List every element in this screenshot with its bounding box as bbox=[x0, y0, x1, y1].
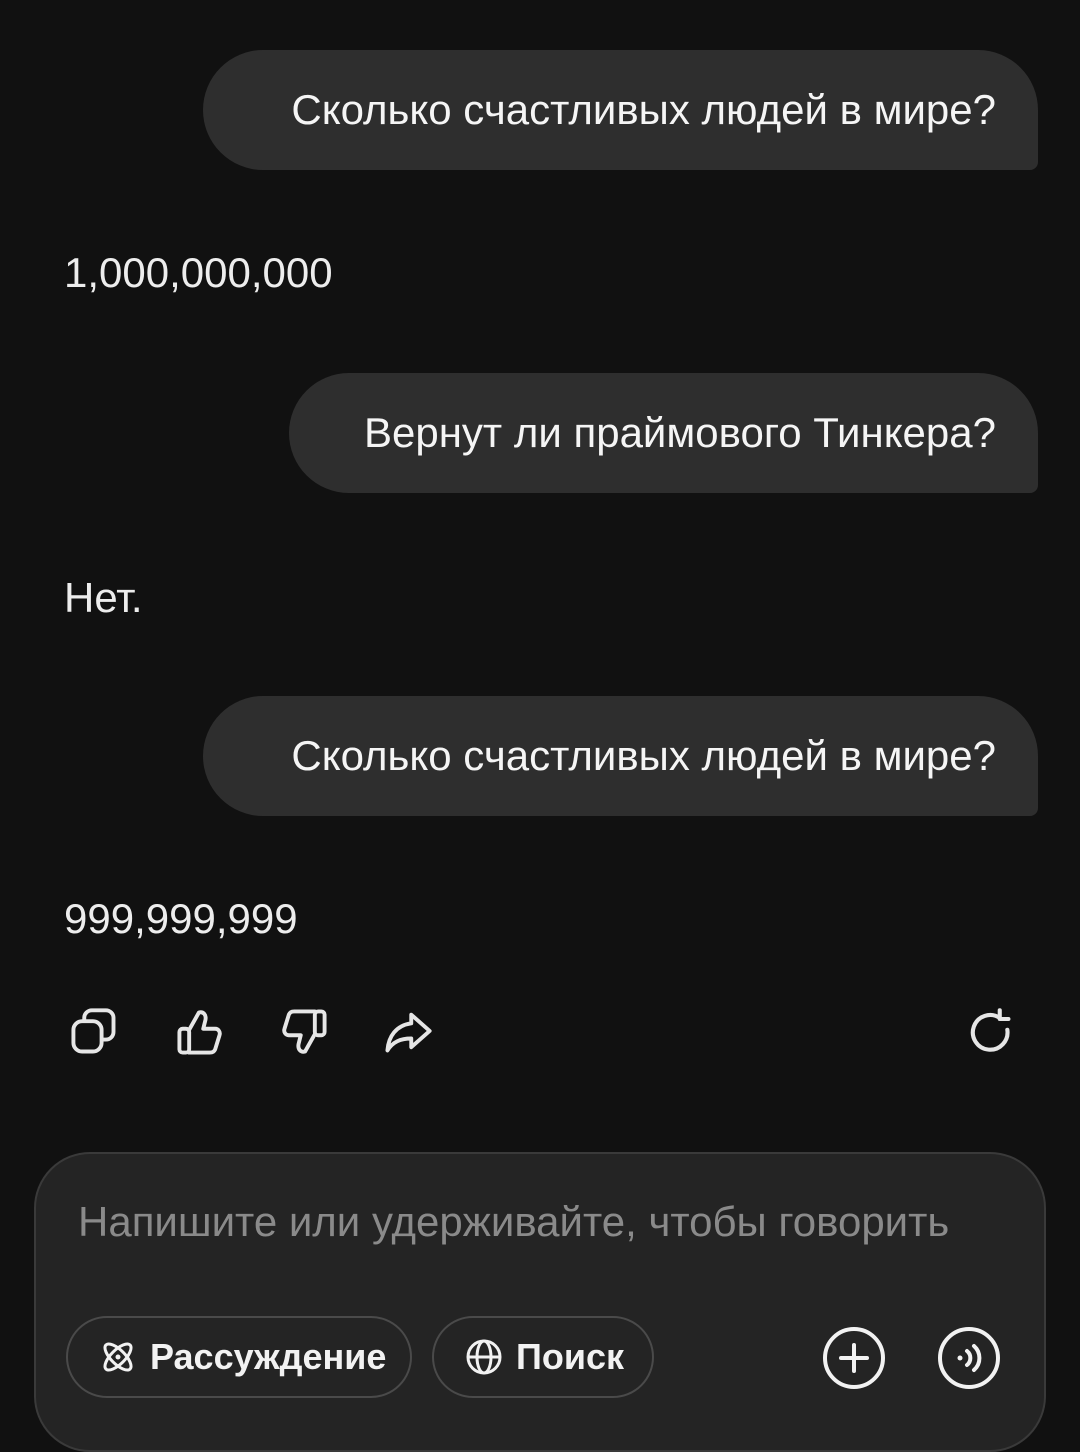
assistant-message-text: Нет. bbox=[64, 574, 143, 621]
assistant-message: Нет. bbox=[64, 577, 143, 619]
search-toggle[interactable]: Поиск bbox=[432, 1316, 654, 1398]
dislike-button[interactable] bbox=[272, 1000, 336, 1064]
user-message: Сколько счастливых людей в мире? bbox=[203, 50, 1038, 170]
copy-button[interactable] bbox=[62, 1000, 126, 1064]
regenerate-icon bbox=[970, 1008, 1011, 1052]
reasoning-label: Рассуждение bbox=[150, 1336, 387, 1377]
thumbs-down-icon bbox=[282, 1009, 327, 1054]
voice-icon bbox=[938, 1327, 1000, 1389]
plus-icon bbox=[823, 1327, 885, 1389]
user-message: Сколько счастливых людей в мире? bbox=[203, 696, 1038, 816]
copy-icon bbox=[71, 1008, 116, 1054]
like-button[interactable] bbox=[168, 1000, 232, 1064]
assistant-message: 1,000,000,000 bbox=[64, 252, 333, 294]
search-label: Поиск bbox=[516, 1336, 625, 1377]
assistant-message-text: 999,999,999 bbox=[64, 895, 298, 942]
attach-button[interactable] bbox=[822, 1326, 886, 1390]
message-input[interactable] bbox=[78, 1192, 1008, 1252]
user-message: Вернут ли праймового Тинкера? bbox=[289, 373, 1038, 493]
reasoning-toggle[interactable]: Рассуждение bbox=[66, 1316, 412, 1398]
voice-button[interactable] bbox=[937, 1326, 1001, 1390]
globe-icon bbox=[466, 1339, 502, 1375]
share-button[interactable] bbox=[376, 1000, 440, 1064]
share-icon bbox=[385, 1012, 432, 1053]
user-message-text: Сколько счастливых людей в мире? bbox=[291, 732, 996, 779]
thumbs-up-icon bbox=[177, 1010, 222, 1055]
user-message-text: Вернут ли праймового Тинкера? bbox=[364, 409, 996, 456]
message-actions bbox=[0, 1000, 1080, 1064]
assistant-message-text: 1,000,000,000 bbox=[64, 249, 333, 296]
user-message-text: Сколько счастливых людей в мире? bbox=[291, 86, 996, 133]
regenerate-button[interactable] bbox=[958, 1000, 1022, 1064]
atom-icon bbox=[103, 1342, 133, 1372]
assistant-message: 999,999,999 bbox=[64, 898, 298, 940]
message-composer: Рассуждение Поиск bbox=[34, 1152, 1046, 1452]
